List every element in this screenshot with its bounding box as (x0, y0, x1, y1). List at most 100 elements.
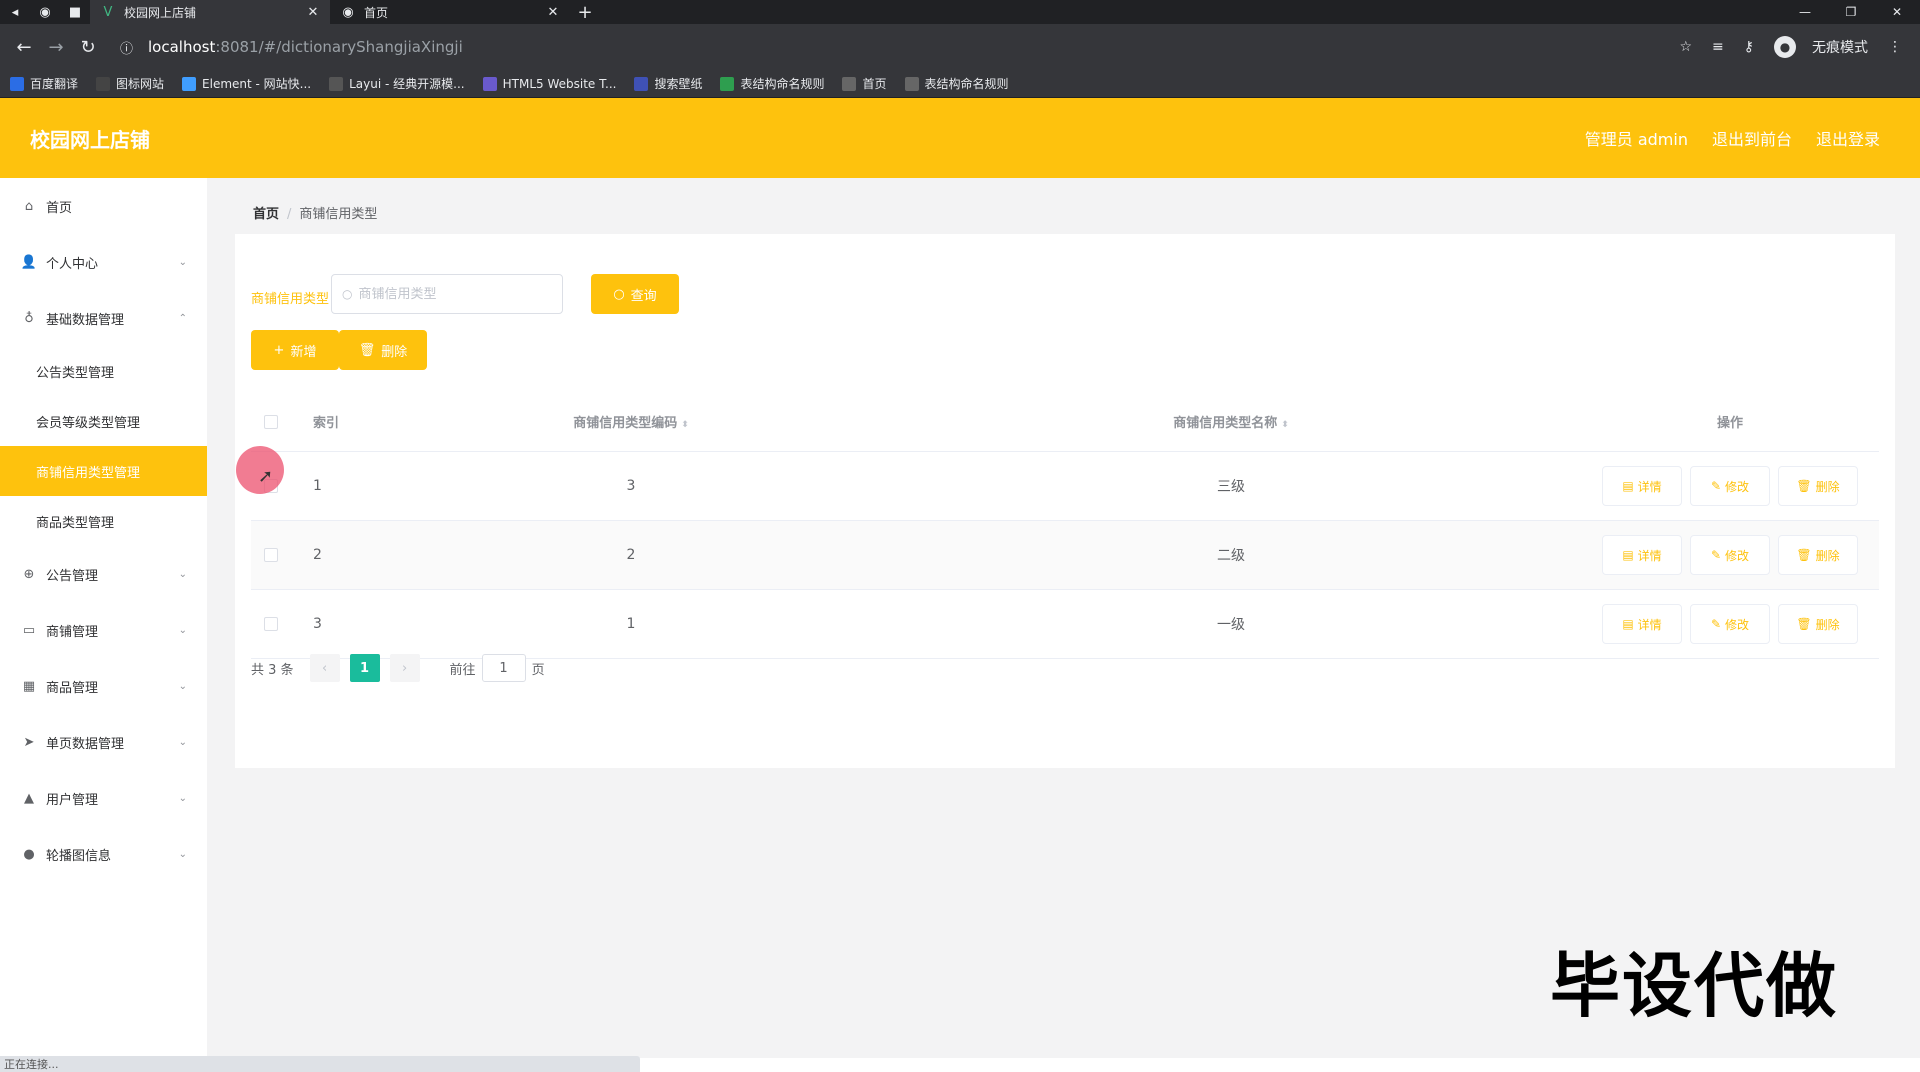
row-checkbox[interactable] (264, 548, 278, 562)
search-icon: ○ (613, 286, 625, 302)
bookmark-item[interactable]: Layui - 经典开源模... (329, 75, 465, 92)
detail-label: 详情 (1637, 617, 1662, 632)
new-tab-button[interactable]: + (570, 2, 600, 23)
bookmark-favicon-icon (904, 76, 919, 91)
search-icon: ○ (342, 287, 353, 301)
bookmark-item[interactable]: Element - 网站快... (182, 75, 311, 92)
sidebar-item-shop[interactable]: ▭ 商铺管理 ⌄ (0, 602, 207, 658)
forward-icon[interactable]: → (40, 31, 72, 63)
delete-button[interactable]: 🗑 删除 (1778, 604, 1858, 644)
sidebar-subitem-member-level[interactable]: 会员等级类型管理 (0, 396, 207, 446)
bookmark-item[interactable]: 表结构命名规则 (720, 75, 824, 92)
trash-icon: 🗑 (1796, 617, 1812, 631)
delete-label: 删除 (1815, 479, 1840, 494)
bookmark-item[interactable]: 首页 (842, 75, 887, 92)
delete-button[interactable]: 🗑 删除 (1778, 466, 1858, 506)
sidebar-item-carousel[interactable]: ● 轮播图信息 ⌄ (0, 826, 207, 882)
restore-icon[interactable]: ❐ (1828, 5, 1874, 19)
sort-icon[interactable]: ⬍ (681, 420, 689, 430)
select-all-checkbox[interactable] (264, 414, 278, 429)
sort-icon[interactable]: ⬍ (1281, 420, 1289, 430)
detail-button[interactable]: ▤ 详情 (1602, 604, 1682, 644)
close-icon[interactable]: ✕ (306, 5, 320, 20)
edit-button[interactable]: ✎ 修改 (1690, 604, 1770, 644)
batch-delete-button[interactable]: 🗑 删除 (339, 330, 427, 370)
sidebar-item-label: 公告管理 (46, 568, 99, 584)
detail-button[interactable]: ▤ 详情 (1602, 535, 1682, 575)
browser-tab[interactable]: ◉ 首页 ✕ (330, 0, 570, 24)
reload-icon[interactable]: ↻ (72, 31, 104, 63)
star-icon[interactable]: ☆ (1679, 39, 1692, 55)
sidebar-item-single-page[interactable]: ➤ 单页数据管理 ⌄ (0, 714, 207, 770)
tab-title: 校园网上店铺 (124, 5, 197, 20)
breadcrumb-current: 商铺信用类型 (299, 207, 378, 222)
sidebar: ⌂ 首页 👤 个人中心 ⌄ ♁ 基础数据管理 ⌃ 公告类型管理 会员等级类型管理… (0, 178, 207, 1058)
bookmark-item[interactable]: HTML5 Website T... (482, 76, 616, 91)
goto-suffix: 页 (531, 662, 545, 678)
edit-button[interactable]: ✎ 修改 (1690, 535, 1770, 575)
bookmark-item[interactable]: 图标网站 (96, 75, 164, 92)
chevron-down-icon: ⌄ (178, 792, 187, 804)
sidebar-subitem-notice-type[interactable]: 公告类型管理 (0, 346, 207, 396)
header-name[interactable]: 商铺信用类型名称 ⬍ (881, 412, 1581, 431)
bookmark-item[interactable]: 搜索壁纸 (634, 75, 702, 92)
back-icon[interactable]: ← (8, 31, 40, 63)
delete-button[interactable]: 🗑 删除 (1778, 535, 1858, 575)
url-path: :8081/#/dictionaryShangjiaXingji (215, 38, 463, 56)
search-field[interactable]: ○ (331, 274, 563, 314)
reading-list-icon[interactable]: ≡ (1712, 39, 1724, 55)
cell-index: 3 (313, 616, 322, 632)
minimize-icon[interactable]: — (1782, 5, 1828, 19)
row-checkbox[interactable] (264, 617, 278, 631)
window-controls: — ❐ ✕ (1782, 5, 1920, 19)
audio-icon[interactable]: ◂ (0, 0, 30, 24)
detail-label: 详情 (1637, 548, 1662, 563)
close-icon[interactable]: ✕ (546, 5, 560, 20)
sidebar-item-profile[interactable]: 👤 个人中心 ⌄ (0, 234, 207, 290)
browser-tab-active[interactable]: V 校园网上店铺 ✕ (90, 0, 330, 24)
url-input[interactable]: ⓘ localhost:8081/#/dictionaryShangjiaXin… (114, 31, 1659, 63)
edit-icon: ✎ (1710, 617, 1722, 631)
prev-page-button[interactable]: ‹ (309, 654, 340, 682)
bookmark-label: 百度翻译 (30, 77, 79, 91)
bookmark-item[interactable]: 表结构命名规则 (904, 75, 1009, 92)
cell-name: 一级 (1217, 617, 1245, 633)
app-header: 校园网上店铺 管理员 admin 退出到前台 退出登录 (0, 98, 1920, 178)
sidebar-item-notice[interactable]: ⊕ 公告管理 ⌄ (0, 546, 207, 602)
next-page-button[interactable]: › (389, 654, 420, 682)
search-input[interactable] (358, 286, 549, 302)
key-icon[interactable]: ⚷ (1744, 39, 1754, 55)
cell-name: 二级 (1217, 548, 1245, 564)
page-number-current[interactable]: 1 (349, 654, 380, 682)
header-code[interactable]: 商铺信用类型编码 ⬍ (381, 412, 881, 431)
query-button[interactable]: ○ 查询 (591, 274, 679, 314)
sidebar-subitem-shop-credit[interactable]: 商铺信用类型管理 (0, 446, 207, 496)
sidebar-item-users[interactable]: ▲ 用户管理 ⌄ (0, 770, 207, 826)
info-icon[interactable]: ⓘ (120, 38, 140, 57)
goto-page-input[interactable] (481, 654, 526, 682)
header-index: 索引 (313, 416, 340, 431)
menu-icon[interactable]: ⋮ (1888, 39, 1902, 55)
bookmark-item[interactable]: 百度翻译 (10, 75, 78, 92)
cell-name: 三级 (1217, 479, 1245, 495)
cell-code: 1 (626, 616, 636, 632)
add-button[interactable]: + 新增 (251, 330, 339, 370)
plus-icon: + (273, 342, 285, 358)
close-window-icon[interactable]: ✕ (1874, 5, 1920, 19)
bookmark-favicon-icon (10, 76, 24, 91)
sidebar-item-goods[interactable]: ▦ 商品管理 ⌄ (0, 658, 207, 714)
sidebar-item-home[interactable]: ⌂ 首页 (0, 178, 207, 234)
logout-link[interactable]: 退出登录 (1816, 126, 1880, 150)
document-icon: ▤ (1622, 617, 1634, 631)
exit-to-front-link[interactable]: 退出到前台 (1712, 126, 1792, 150)
detail-button[interactable]: ▤ 详情 (1602, 466, 1682, 506)
chevron-down-icon: ⌄ (178, 848, 187, 860)
window-icon[interactable]: ■ (60, 0, 90, 24)
breadcrumb-home[interactable]: 首页 (253, 207, 279, 222)
sidebar-subitem-goods-type[interactable]: 商品类型管理 (0, 496, 207, 546)
sidebar-item-basic-data[interactable]: ♁ 基础数据管理 ⌃ (0, 290, 207, 346)
globe-icon[interactable]: ◉ (30, 0, 60, 24)
profile-button[interactable]: ● 无痕模式 (1764, 36, 1878, 58)
edit-button[interactable]: ✎ 修改 (1690, 466, 1770, 506)
table-header-row: 索引 商铺信用类型编码 ⬍ 商铺信用类型名称 ⬍ 操作 (251, 392, 1879, 452)
